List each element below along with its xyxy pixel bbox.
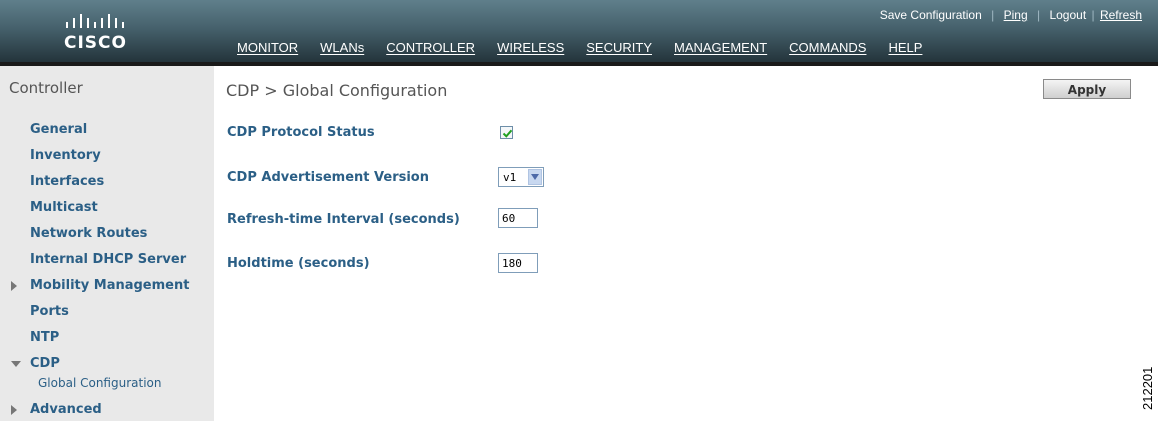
logout-link[interactable]: Logout	[1049, 8, 1086, 22]
divider: |	[1036, 8, 1041, 22]
cdp-advertisement-version-select[interactable]: v1	[498, 167, 544, 187]
cisco-logo: CISCO	[62, 11, 152, 61]
sidebar-item-label: CDP	[30, 356, 60, 371]
sidebar-item-multicast[interactable]: Multicast	[30, 200, 98, 215]
nav-commands[interactable]: COMMANDS	[778, 40, 877, 62]
divider: |	[1091, 8, 1095, 22]
expand-arrow-icon[interactable]	[11, 281, 17, 291]
nav-wireless[interactable]: WIRELESS	[486, 40, 575, 62]
cdp-advertisement-version-label: CDP Advertisement Version	[227, 170, 429, 185]
divider: |	[991, 8, 995, 22]
nav-wlans[interactable]: WLANs	[309, 40, 375, 62]
cdp-protocol-status-checkbox[interactable]	[500, 126, 513, 139]
select-value: v1	[503, 171, 517, 184]
sidebar-item-general[interactable]: General	[30, 122, 87, 137]
sidebar-item-advanced[interactable]: Advanced	[11, 402, 102, 417]
sidebar-item-network-routes[interactable]: Network Routes	[30, 226, 147, 241]
sidebar-item-label: Mobility Management	[30, 278, 190, 293]
sidebar-item-inventory[interactable]: Inventory	[30, 148, 101, 163]
sidebar-item-label: Advanced	[30, 402, 102, 417]
checkmark-icon	[502, 129, 513, 138]
sidebar: Controller General Inventory Interfaces …	[0, 66, 214, 421]
cisco-logo-text: CISCO	[64, 33, 127, 53]
expand-arrow-icon[interactable]	[11, 405, 17, 415]
holdtime-label: Holdtime (seconds)	[227, 256, 370, 271]
nav-monitor[interactable]: MONITOR	[226, 40, 309, 62]
cisco-bars-icon	[66, 14, 124, 28]
top-links: Save Configuration | Ping | Logout | Ref…	[880, 8, 1142, 22]
sidebar-title: Controller	[9, 79, 83, 97]
refresh-time-interval-label: Refresh-time Interval (seconds)	[227, 212, 460, 227]
sidebar-item-interfaces[interactable]: Interfaces	[30, 174, 104, 189]
figure-id-text: 212201	[1140, 366, 1155, 410]
sidebar-item-internal-dhcp-server[interactable]: Internal DHCP Server	[30, 252, 186, 267]
refresh-time-interval-input[interactable]: 60	[498, 208, 538, 228]
sidebar-subitem-global-configuration[interactable]: Global Configuration	[38, 376, 161, 390]
sidebar-item-mobility-management[interactable]: Mobility Management	[11, 278, 190, 293]
page-title: CDP > Global Configuration	[226, 81, 448, 100]
save-configuration-link[interactable]: Save Configuration	[880, 8, 982, 22]
chevron-down-icon[interactable]	[528, 169, 542, 185]
nav-management[interactable]: MANAGEMENT	[663, 40, 778, 62]
sidebar-item-cdp[interactable]: CDP	[11, 356, 60, 371]
nav-help[interactable]: HELP	[877, 40, 933, 62]
top-header: CISCO Save Configuration | Ping | Logout…	[0, 0, 1158, 65]
holdtime-input[interactable]: 180	[498, 253, 538, 273]
ping-link[interactable]: Ping	[1004, 8, 1028, 22]
cdp-protocol-status-label: CDP Protocol Status	[227, 125, 375, 140]
sidebar-item-ntp[interactable]: NTP	[30, 330, 59, 345]
nav-security[interactable]: SECURITY	[575, 40, 663, 62]
sidebar-item-ports[interactable]: Ports	[30, 304, 69, 319]
apply-button[interactable]: Apply	[1043, 79, 1131, 99]
refresh-link[interactable]: Refresh	[1100, 8, 1142, 22]
collapse-arrow-icon[interactable]	[11, 361, 21, 367]
